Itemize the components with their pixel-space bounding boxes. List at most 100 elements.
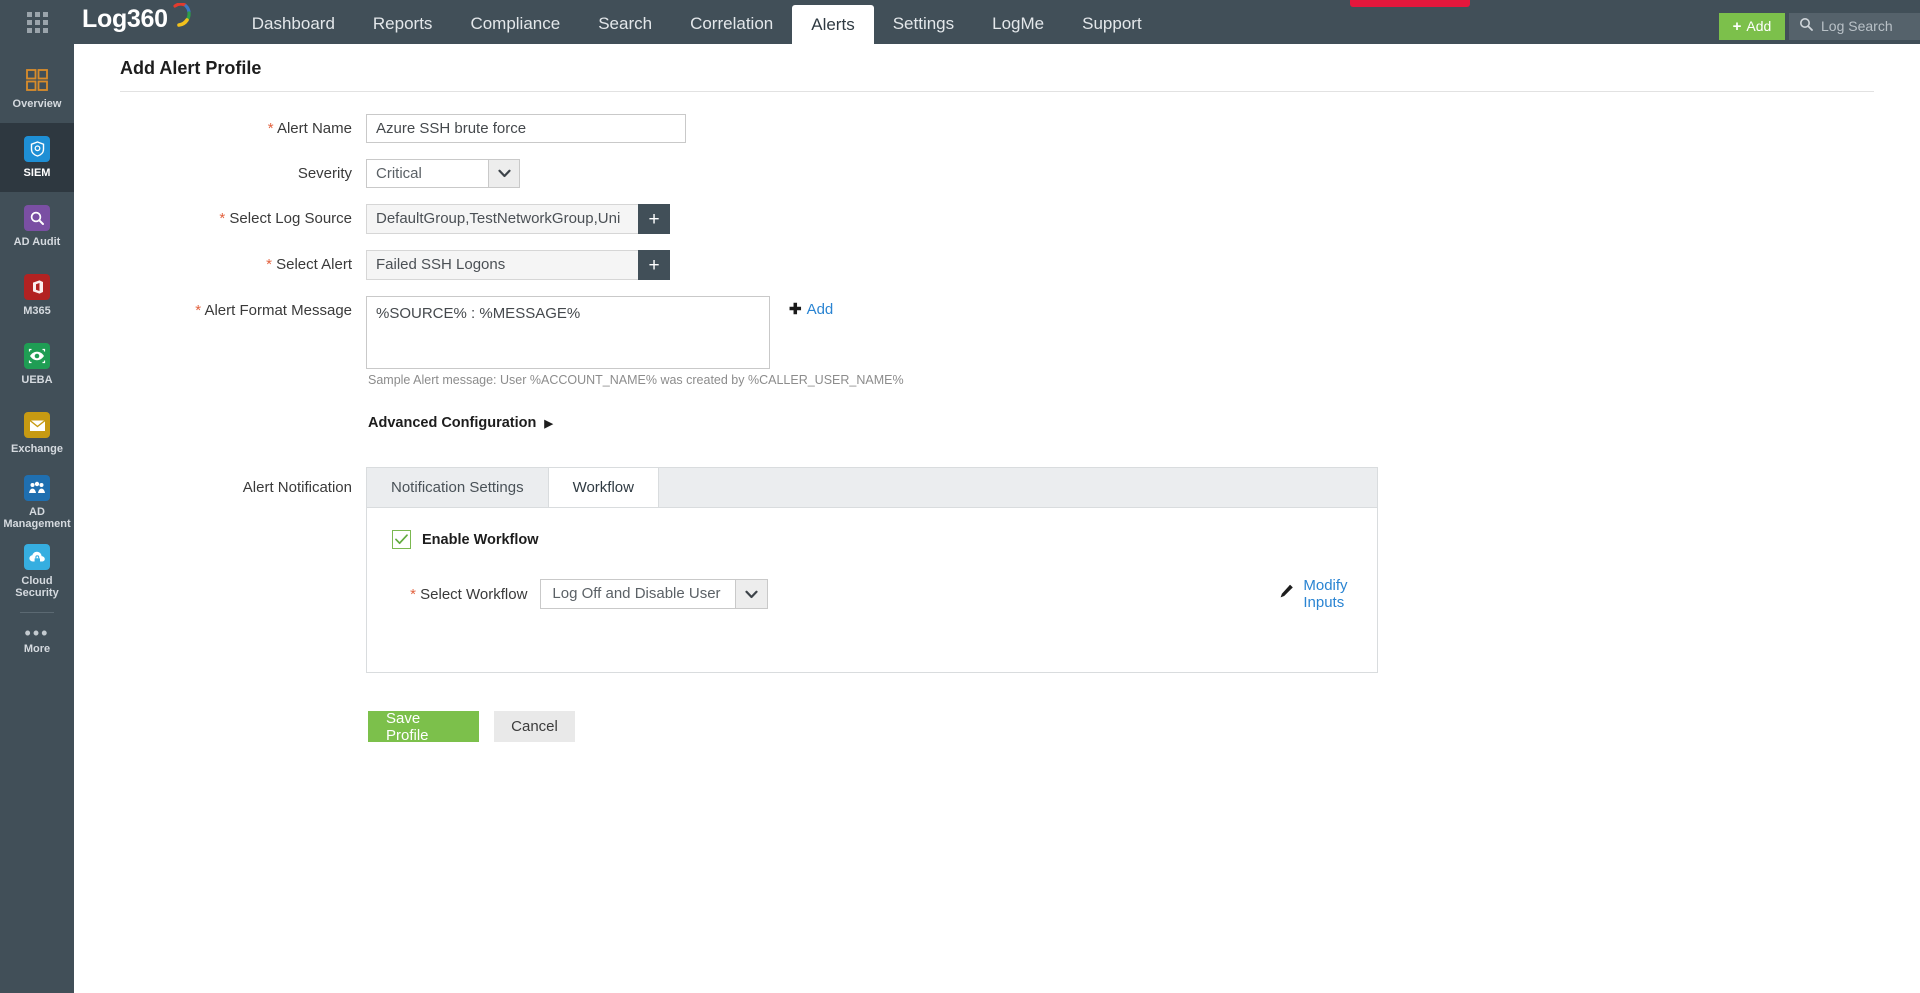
magnifier-icon bbox=[24, 205, 50, 231]
select-workflow-dropdown[interactable]: Log Off and Disable User bbox=[540, 579, 768, 609]
save-profile-button[interactable]: Save Profile bbox=[368, 711, 479, 742]
sidebar-item-ueba[interactable]: UEBA bbox=[0, 330, 74, 399]
sidebar-item-more[interactable]: ••• More bbox=[0, 613, 74, 669]
field-row-format-message: * Alert Format Message %SOURCE% : %MESSA… bbox=[74, 296, 1920, 369]
advanced-configuration-label: Advanced Configuration bbox=[368, 415, 536, 431]
nav-item-search[interactable]: Search bbox=[579, 15, 671, 44]
nav-item-compliance[interactable]: Compliance bbox=[451, 15, 579, 44]
alert-notification-section: Alert Notification Notification Settings… bbox=[74, 467, 1920, 673]
label-text: Select Workflow bbox=[420, 586, 527, 603]
office-icon bbox=[24, 274, 50, 300]
main-content: Add Alert Profile * Alert Name Azure SSH… bbox=[74, 44, 1920, 993]
sidebar-label-overview: Overview bbox=[13, 98, 62, 110]
select-alert-value[interactable]: Failed SSH Logons bbox=[366, 250, 638, 280]
modify-inputs-label: Modify Inputs bbox=[1303, 577, 1377, 611]
sidebar-item-m365[interactable]: M365 bbox=[0, 261, 74, 330]
search-icon bbox=[1799, 17, 1813, 36]
label-text: Alert Format Message bbox=[204, 302, 352, 319]
enable-workflow-checkbox[interactable] bbox=[392, 530, 411, 549]
log360-arc-icon bbox=[171, 3, 193, 32]
log-source-value[interactable]: DefaultGroup,TestNetworkGroup,Uni bbox=[366, 204, 638, 234]
tab-workflow[interactable]: Workflow bbox=[549, 468, 659, 507]
field-row-alert-name: * Alert Name Azure SSH brute force bbox=[74, 114, 1920, 143]
grid-icon bbox=[24, 67, 50, 93]
select-workflow-value: Log Off and Disable User bbox=[541, 580, 735, 608]
add-button[interactable]: + Add bbox=[1719, 13, 1785, 40]
add-variable-link[interactable]: ✚ Add bbox=[789, 301, 833, 318]
brand-name: Log360 bbox=[82, 5, 168, 34]
severity-value: Critical bbox=[367, 160, 488, 187]
sidebar-label-ueba: UEBA bbox=[21, 374, 52, 386]
sidebar-item-exchange[interactable]: Exchange bbox=[0, 399, 74, 468]
page-title: Add Alert Profile bbox=[74, 44, 1920, 79]
header-actions: + Add Log Search bbox=[1719, 8, 1920, 44]
eye-icon bbox=[24, 343, 50, 369]
severity-select[interactable]: Critical bbox=[366, 159, 520, 188]
form-actions: Save Profile Cancel bbox=[368, 711, 1920, 742]
select-alert-add-button[interactable]: + bbox=[638, 250, 670, 280]
select-workflow-row: * Select Workflow Log Off and Disable Us… bbox=[392, 577, 1377, 611]
nav-item-support[interactable]: Support bbox=[1063, 15, 1161, 44]
label-severity: Severity bbox=[74, 159, 366, 182]
sidebar-label-more: More bbox=[24, 643, 50, 655]
nav-item-settings[interactable]: Settings bbox=[874, 15, 973, 44]
field-row-log-source: * Select Log Source DefaultGroup,TestNet… bbox=[74, 204, 1920, 234]
tab-header: Notification Settings Workflow bbox=[366, 467, 1378, 507]
notification-tab-panel: Notification Settings Workflow Enable Wo… bbox=[366, 467, 1378, 673]
required-asterisk: * bbox=[266, 256, 272, 273]
plus-icon: + bbox=[1733, 19, 1742, 34]
app-switcher-button[interactable] bbox=[0, 0, 74, 44]
modify-inputs-link[interactable]: Modify Inputs bbox=[1279, 577, 1377, 611]
cloud-lock-icon bbox=[24, 544, 50, 570]
label-select-alert: * Select Alert bbox=[74, 250, 366, 273]
sidebar-item-ad-audit[interactable]: AD Audit bbox=[0, 192, 74, 261]
notification-banner-tab bbox=[1350, 0, 1470, 7]
enable-workflow-label: Enable Workflow bbox=[422, 532, 539, 548]
shield-icon bbox=[24, 136, 50, 162]
sidebar-label-exchange: Exchange bbox=[11, 443, 63, 455]
nav-item-correlation[interactable]: Correlation bbox=[671, 15, 792, 44]
envelope-icon bbox=[24, 412, 50, 438]
triangle-right-icon: ▶ bbox=[544, 417, 552, 430]
checkmark-icon bbox=[395, 534, 408, 545]
required-asterisk: * bbox=[219, 210, 225, 227]
log-search-input[interactable]: Log Search bbox=[1789, 13, 1920, 40]
alert-format-message-textarea[interactable]: %SOURCE% : %MESSAGE% bbox=[366, 296, 770, 369]
log-source-field: DefaultGroup,TestNetworkGroup,Uni + bbox=[366, 204, 670, 234]
label-select-workflow: * Select Workflow bbox=[392, 586, 540, 603]
log-search-placeholder: Log Search bbox=[1821, 18, 1893, 34]
tab-body-workflow: Enable Workflow * Select Workflow Log Of… bbox=[366, 507, 1378, 673]
label-text: Select Alert bbox=[276, 256, 352, 273]
nav-item-alerts[interactable]: Alerts bbox=[792, 5, 873, 44]
nav-item-logme[interactable]: LogMe bbox=[973, 15, 1063, 44]
alert-name-input[interactable]: Azure SSH brute force bbox=[366, 114, 686, 143]
chevron-down-icon bbox=[488, 160, 519, 187]
add-variable-label: Add bbox=[807, 301, 834, 318]
chevron-down-icon bbox=[735, 580, 767, 608]
left-sidebar: Overview SIEM AD Audit M365 bbox=[0, 44, 74, 993]
field-row-severity: Severity Critical bbox=[74, 159, 1920, 188]
label-log-source: * Select Log Source bbox=[74, 204, 366, 227]
nav-item-dashboard[interactable]: Dashboard bbox=[233, 15, 354, 44]
select-alert-field: Failed SSH Logons + bbox=[366, 250, 670, 280]
brand-logo[interactable]: Log360 bbox=[82, 0, 193, 44]
sidebar-item-overview[interactable]: Overview bbox=[0, 54, 74, 123]
sidebar-item-siem[interactable]: SIEM bbox=[0, 123, 74, 192]
main-navigation: Dashboard Reports Compliance Search Corr… bbox=[233, 0, 1161, 44]
log-source-add-button[interactable]: + bbox=[638, 204, 670, 234]
advanced-configuration-toggle[interactable]: Advanced Configuration ▶ bbox=[368, 415, 1920, 431]
sidebar-item-cloud-security[interactable]: Cloud Security bbox=[0, 537, 74, 606]
tab-notification-settings[interactable]: Notification Settings bbox=[367, 468, 549, 507]
label-format-message: * Alert Format Message bbox=[74, 296, 366, 319]
sample-alert-message: Sample Alert message: User %ACCOUNT_NAME… bbox=[368, 373, 1920, 387]
nav-item-reports[interactable]: Reports bbox=[354, 15, 452, 44]
sidebar-item-ad-management[interactable]: AD Management bbox=[0, 468, 74, 537]
field-row-select-alert: * Select Alert Failed SSH Logons + bbox=[74, 250, 1920, 280]
label-text: Select Log Source bbox=[229, 210, 352, 227]
cancel-button[interactable]: Cancel bbox=[494, 711, 575, 742]
enable-workflow-row: Enable Workflow bbox=[392, 530, 1377, 549]
sidebar-label-m365: M365 bbox=[23, 305, 51, 317]
add-button-label: Add bbox=[1746, 18, 1771, 34]
waffle-grid-icon bbox=[27, 12, 48, 33]
more-dots-icon: ••• bbox=[25, 628, 50, 638]
